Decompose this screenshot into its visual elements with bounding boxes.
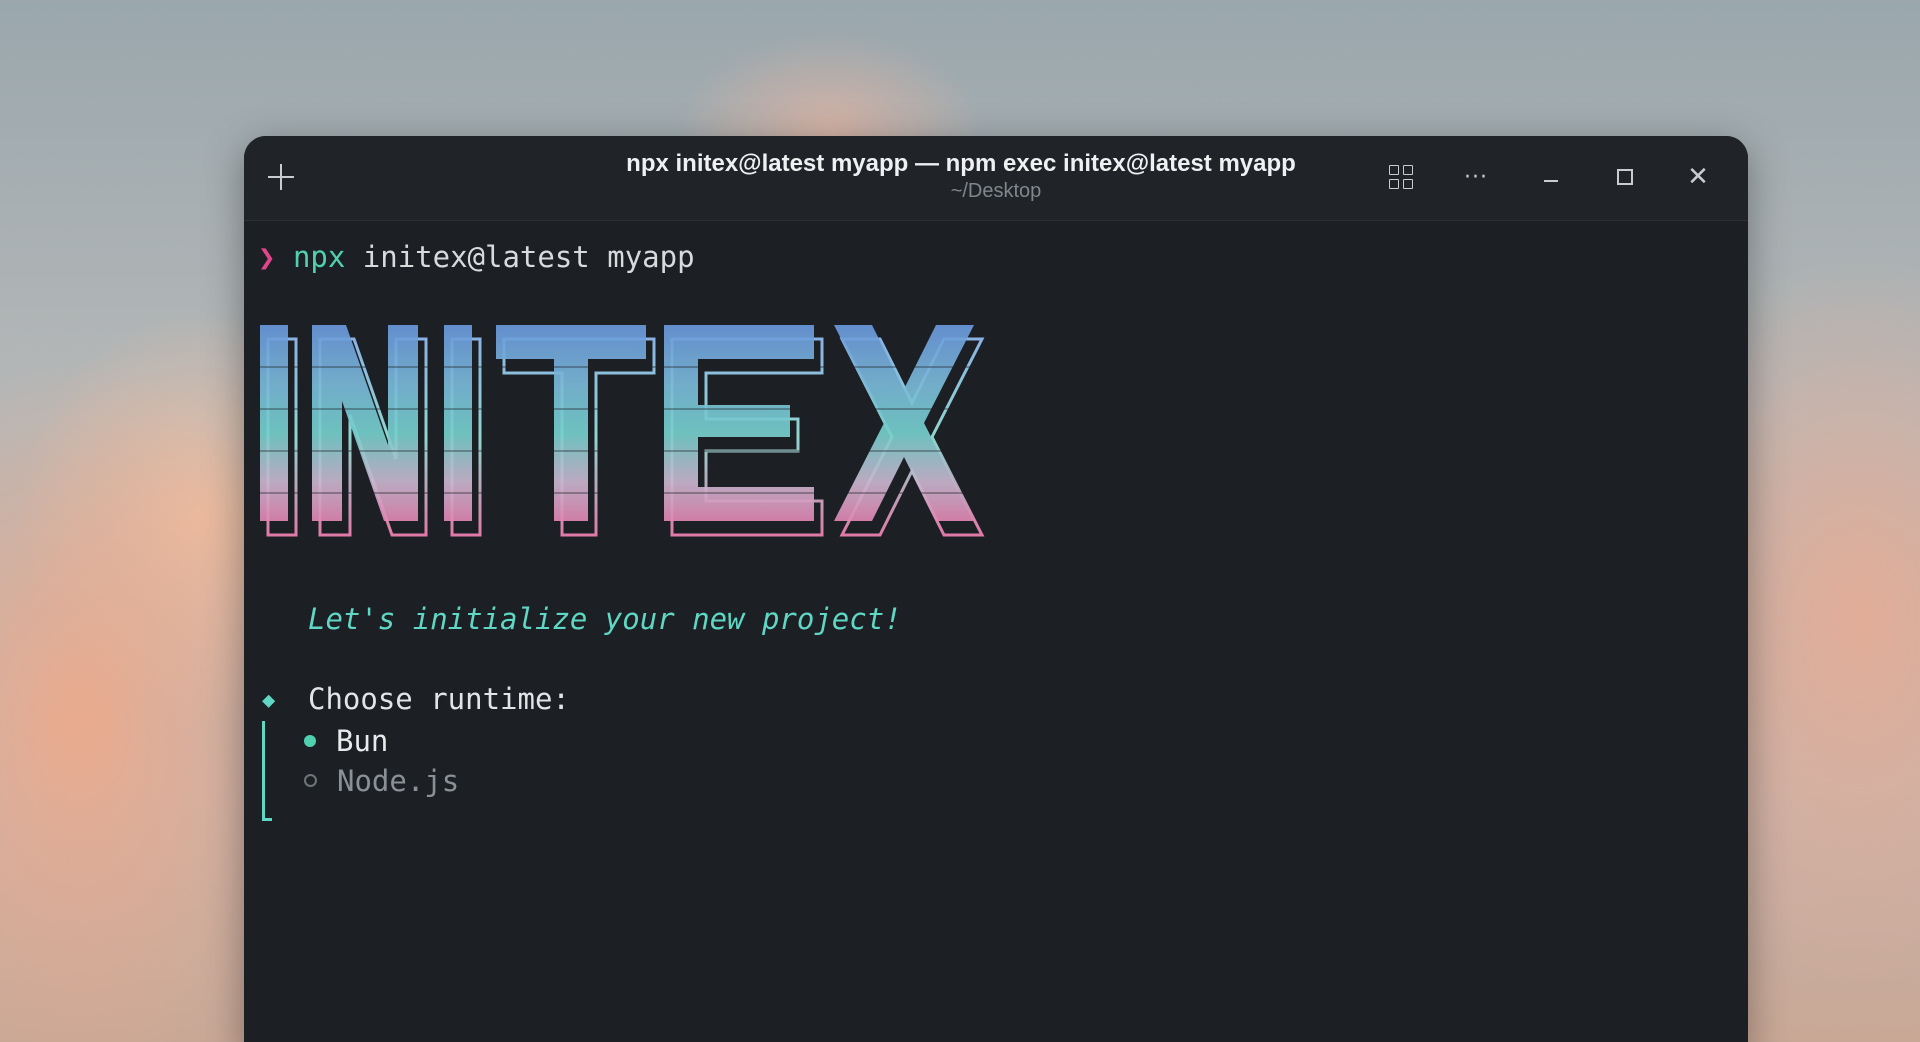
terminal-window: npx initex@latest myapp — npm exec inite… [244, 136, 1748, 1042]
runtime-question: ◆ Choose runtime: [262, 681, 570, 721]
tagline: Let's initialize your new project! [308, 602, 902, 636]
prompt-symbol: ❯ [258, 240, 276, 274]
diamond-icon: ◆ [262, 688, 276, 713]
question-label: Choose runtime: [308, 682, 570, 716]
radio-unselected-icon [304, 774, 317, 787]
option-label: Node.js [337, 764, 460, 798]
window-subtitle: ~/Desktop [950, 180, 1042, 202]
command-program: npx [292, 240, 346, 274]
option-group-bar-foot [262, 818, 272, 821]
radio-selected-icon [304, 735, 316, 747]
window-title-block: npx initex@latest myapp — npm exec inite… [244, 150, 1748, 204]
command-line: ❯ npx initex@latest myapp [258, 239, 695, 275]
minimize-icon[interactable] [1534, 160, 1568, 194]
option-bun[interactable]: Bun [304, 723, 388, 759]
option-nodejs[interactable]: Node.js [304, 763, 459, 799]
option-group-bar [262, 721, 265, 821]
window-title: npx initex@latest myapp — npm exec inite… [626, 150, 1296, 177]
command-args: initex@latest myapp [362, 240, 695, 274]
title-bar: npx initex@latest myapp — npm exec inite… [244, 136, 1748, 221]
initex-banner [252, 325, 988, 537]
close-icon[interactable]: ✕ [1681, 160, 1715, 194]
grid-icon[interactable] [1384, 160, 1418, 194]
option-label: Bun [336, 724, 389, 758]
more-icon[interactable]: ··· [1459, 160, 1493, 194]
maximize-icon[interactable] [1608, 160, 1642, 194]
